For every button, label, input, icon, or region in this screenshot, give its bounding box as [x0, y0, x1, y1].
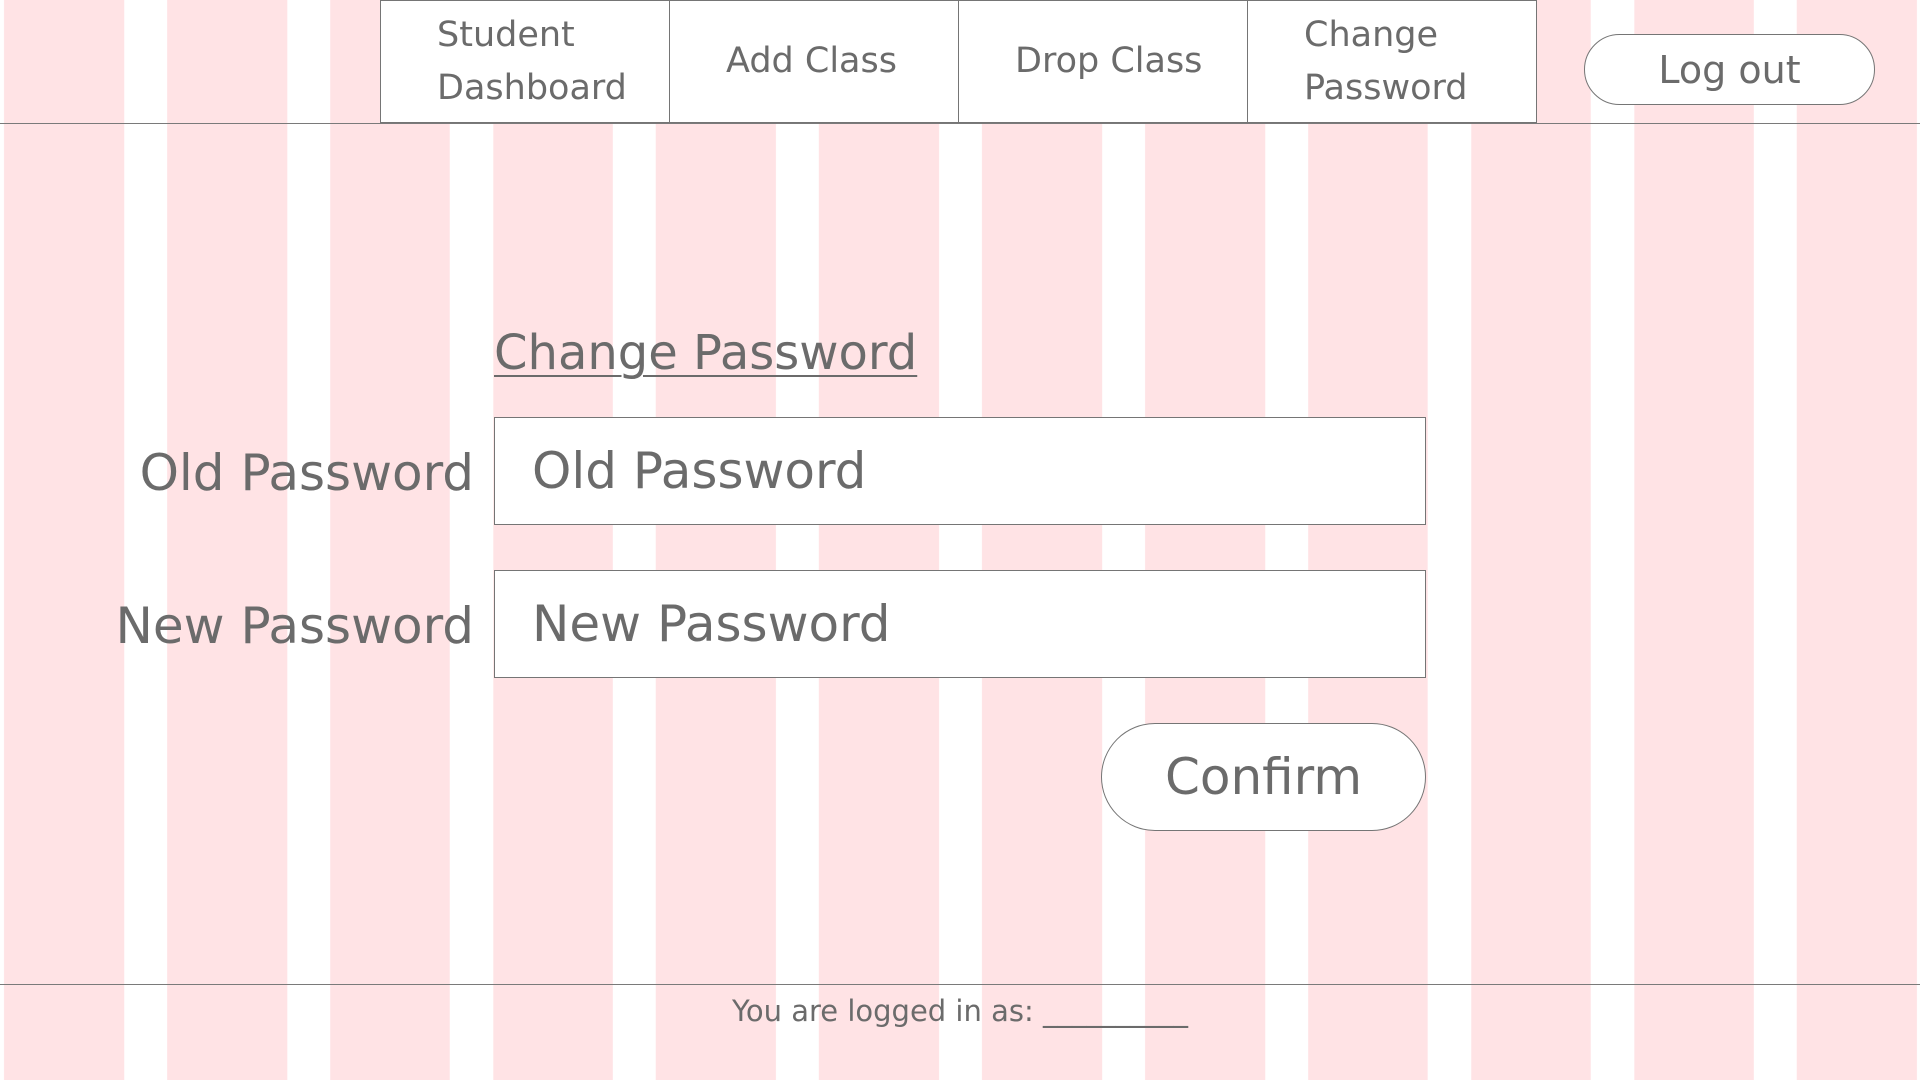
- tab-label: Student Dashboard: [437, 9, 627, 115]
- tab-label-line: Student: [437, 14, 575, 55]
- tab-label: Change Password: [1304, 9, 1467, 115]
- page-title: Change Password: [494, 325, 918, 381]
- tab-label: Add Class: [726, 35, 897, 88]
- tab-drop-class[interactable]: Drop Class: [958, 0, 1248, 123]
- logged-in-status: You are logged in as: __________: [732, 994, 1188, 1028]
- tab-label-line: Drop Class: [1015, 41, 1203, 81]
- logout-button[interactable]: Log out: [1584, 34, 1875, 105]
- tab-label-line: Change: [1304, 14, 1439, 55]
- old-password-label: Old Password: [139, 444, 474, 502]
- tab-student-dashboard[interactable]: Student Dashboard: [380, 0, 670, 123]
- old-password-input[interactable]: [494, 417, 1426, 525]
- new-password-input[interactable]: [494, 570, 1426, 678]
- footer-divider: [0, 984, 1920, 985]
- header-divider: [0, 123, 1920, 124]
- tab-change-password[interactable]: Change Password: [1247, 0, 1537, 123]
- tab-add-class[interactable]: Add Class: [669, 0, 959, 123]
- tab-label: Drop Class: [1015, 35, 1202, 88]
- new-password-label: New Password: [115, 597, 475, 655]
- tab-label-line: Add Class: [726, 41, 897, 81]
- confirm-button[interactable]: Confirm: [1101, 723, 1426, 831]
- main-nav: Student Dashboard Add Class Drop Class C…: [380, 0, 1537, 123]
- tab-label-line: Dashboard: [437, 67, 627, 108]
- tab-label-line: Password: [1304, 67, 1468, 108]
